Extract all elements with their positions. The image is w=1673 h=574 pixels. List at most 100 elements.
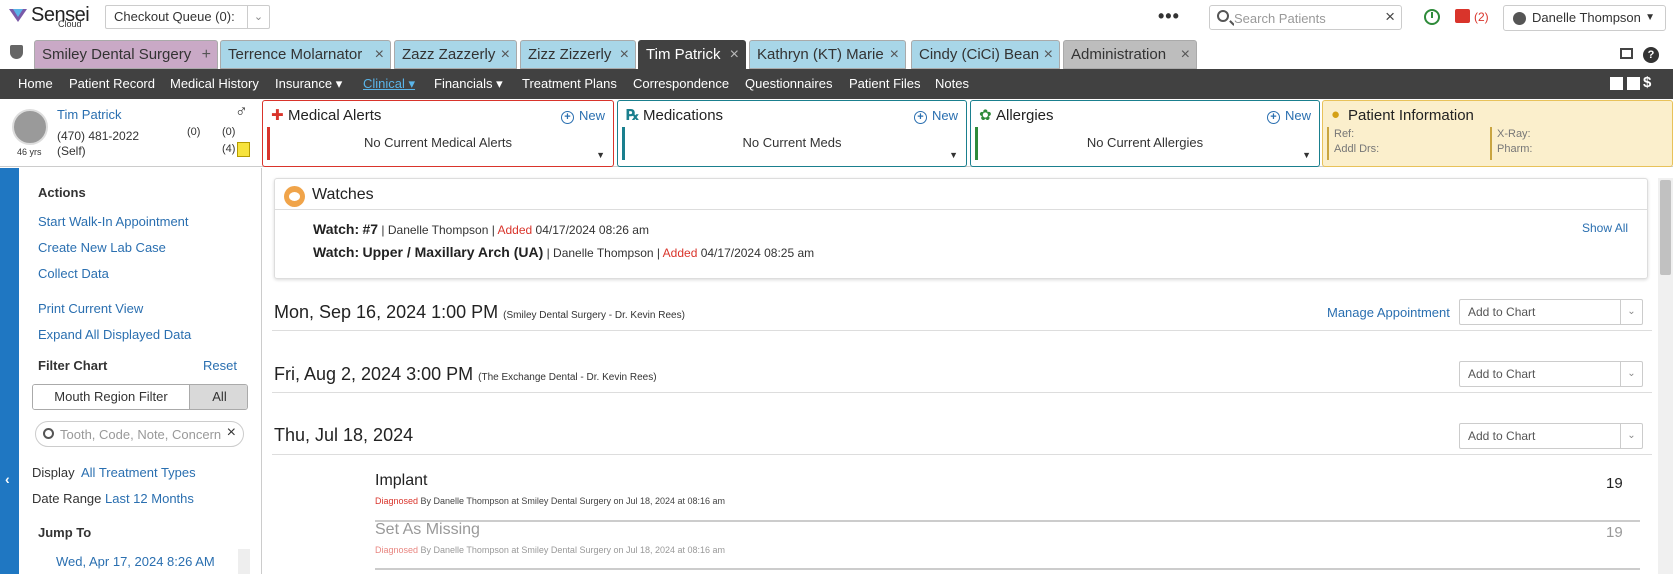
- notes-count[interactable]: (4): [222, 143, 235, 155]
- appointment-heading[interactable]: Fri, Aug 2, 2024 3:00 PM (The Exchange D…: [274, 364, 657, 385]
- nav-correspondence[interactable]: Correspondence: [633, 76, 729, 91]
- tab-administration[interactable]: Administration ×: [1063, 40, 1197, 69]
- nav-patient-record[interactable]: Patient Record: [69, 76, 155, 91]
- medical-alerts-text: No Current Medical Alerts: [363, 135, 513, 150]
- tab-zizz-zizzerly[interactable]: Zizz Zizzerly ×: [520, 40, 636, 69]
- note-icon[interactable]: [237, 142, 250, 157]
- watch-row[interactable]: Watch: Upper / Maxillary Arch (UA) | Dan…: [313, 244, 814, 260]
- tab-kathryn-marie[interactable]: Kathryn (KT) Marie ×: [749, 40, 906, 69]
- close-tab-icon[interactable]: ×: [375, 41, 384, 69]
- search-patients-input[interactable]: [1234, 9, 1379, 27]
- scrollbar-thumb[interactable]: [1660, 180, 1671, 275]
- add-to-chart-select[interactable]: Add to Chart ⌄: [1459, 361, 1643, 387]
- nav-notes[interactable]: Notes: [935, 76, 969, 91]
- start-walk-in-link[interactable]: Start Walk-In Appointment: [38, 214, 189, 229]
- avatar[interactable]: [12, 109, 48, 145]
- new-medication-button[interactable]: + New: [913, 108, 958, 124]
- reset-filter-link[interactable]: Reset: [203, 358, 237, 373]
- clear-search-icon[interactable]: ×: [1385, 7, 1395, 27]
- more-options-icon[interactable]: •••: [1158, 6, 1180, 27]
- manage-appointment-link[interactable]: Manage Appointment: [1327, 305, 1450, 320]
- allergy-leaf-icon: ✿: [979, 107, 992, 124]
- all-button[interactable]: All: [189, 385, 247, 409]
- show-all-link[interactable]: Show All: [1582, 221, 1628, 235]
- new-allergy-button[interactable]: + New: [1266, 108, 1311, 124]
- nav-medical-history[interactable]: Medical History: [170, 76, 259, 91]
- logo-icon: [9, 9, 27, 22]
- logo-subtext: Cloud: [58, 19, 82, 29]
- tab-tim-patrick[interactable]: Tim Patrick ×: [638, 40, 746, 69]
- clock-icon[interactable]: [1424, 9, 1440, 25]
- tab-smiley-dental-surgery[interactable]: Smiley Dental Surgery +: [34, 40, 218, 69]
- add-to-chart-label: Add to Chart: [1468, 429, 1536, 443]
- close-tab-icon[interactable]: ×: [890, 41, 899, 69]
- nav-insurance[interactable]: Insurance ▾: [275, 76, 342, 92]
- patient-header: 46 yrs Tim Patrick (470) 481-2022 (Self)…: [0, 99, 1673, 167]
- caret-down-icon: ▼: [1645, 12, 1655, 23]
- caret-down-icon[interactable]: ▼: [596, 150, 605, 160]
- checkout-queue-select[interactable]: Checkout Queue (0): ⌄: [105, 5, 270, 29]
- medications-title: Medications: [643, 107, 724, 124]
- nav-questionnaires[interactable]: Questionnaires: [745, 76, 832, 91]
- dollar-icon[interactable]: $: [1643, 74, 1651, 91]
- procedure-name[interactable]: Implant: [375, 472, 427, 490]
- clear-filter-icon[interactable]: ×: [227, 424, 236, 442]
- lab-count[interactable]: (0): [187, 126, 200, 138]
- mouth-region-filter-button[interactable]: Mouth Region Filter: [33, 385, 189, 409]
- nav-financials[interactable]: Financials ▾: [434, 76, 503, 92]
- procedure-name[interactable]: Set As Missing: [375, 521, 480, 539]
- new-alert-button[interactable]: + New: [560, 108, 605, 124]
- chart-filter-input[interactable]: [60, 426, 225, 443]
- calendar-icon[interactable]: [1627, 77, 1640, 90]
- inbox-icon[interactable]: [1455, 9, 1470, 23]
- date-range-link[interactable]: Last 12 Months: [105, 491, 194, 506]
- user-name: Danelle Thompson: [1532, 10, 1641, 25]
- addl-drs-label: Addl Drs:: [1334, 143, 1380, 155]
- chevron-left-icon[interactable]: ‹: [5, 471, 10, 487]
- appointment-heading[interactable]: Mon, Sep 16, 2024 1:00 PM (Smiley Dental…: [274, 302, 685, 323]
- watch-row[interactable]: Watch: #7 | Danelle Thompson | Added 04/…: [313, 221, 649, 237]
- add-tab-icon[interactable]: +: [202, 41, 211, 69]
- collect-data-link[interactable]: Collect Data: [38, 266, 109, 281]
- patient-card-icon[interactable]: [1610, 77, 1623, 90]
- close-tab-icon[interactable]: ×: [501, 41, 510, 69]
- appointment-date: Mon, Sep 16, 2024 1:00 PM: [274, 302, 499, 322]
- sidebar-collapse-strip[interactable]: [0, 168, 19, 574]
- close-tab-icon[interactable]: ×: [1181, 41, 1190, 69]
- jump-to-scrollbar[interactable]: [238, 549, 250, 574]
- medical-count[interactable]: (0): [222, 126, 235, 138]
- window-icon[interactable]: [1620, 48, 1633, 59]
- caret-down-icon[interactable]: ▼: [1302, 150, 1311, 160]
- procedure-by: By Danelle Thompson at Smiley Dental Sur…: [418, 496, 726, 506]
- appointment-heading[interactable]: Thu, Jul 18, 2024: [274, 425, 413, 446]
- close-tab-icon[interactable]: ×: [730, 41, 739, 69]
- nav-clinical[interactable]: Clinical ▾: [363, 76, 415, 92]
- tab-label: Cindy (CiCi) Bean: [919, 46, 1040, 63]
- nav-patient-files[interactable]: Patient Files: [849, 76, 921, 91]
- display-label: Display: [32, 465, 75, 480]
- help-icon[interactable]: ?: [1643, 47, 1659, 63]
- chevron-down-icon: ⌄: [247, 6, 269, 28]
- inbox-count[interactable]: (2): [1474, 10, 1489, 24]
- create-lab-case-link[interactable]: Create New Lab Case: [38, 240, 166, 255]
- display-value-link[interactable]: All Treatment Types: [81, 465, 196, 480]
- expand-data-link[interactable]: Expand All Displayed Data: [38, 327, 191, 342]
- close-tab-icon[interactable]: ×: [1044, 41, 1053, 69]
- nav-treatment-plans[interactable]: Treatment Plans: [522, 76, 617, 91]
- user-menu[interactable]: Danelle Thompson ▼: [1503, 5, 1666, 31]
- add-to-chart-select[interactable]: Add to Chart ⌄: [1459, 299, 1643, 325]
- tab-terrence-molarnator[interactable]: Terrence Molarnator ×: [220, 40, 391, 69]
- tab-cindy-bean[interactable]: Cindy (CiCi) Bean ×: [911, 40, 1060, 69]
- jump-to-item[interactable]: Wed, Apr 17, 2024 8:26 AM: [56, 554, 215, 569]
- add-to-chart-select[interactable]: Add to Chart ⌄: [1459, 423, 1643, 449]
- patient-relation: (Self): [57, 144, 86, 158]
- tab-zazz-zazzerly[interactable]: Zazz Zazzerly ×: [394, 40, 517, 69]
- close-tab-icon[interactable]: ×: [620, 41, 629, 69]
- print-view-link[interactable]: Print Current View: [38, 301, 143, 316]
- nav-home[interactable]: Home: [18, 76, 53, 91]
- caret-down-icon[interactable]: ▼: [949, 150, 958, 160]
- plus-circle-icon: +: [560, 111, 574, 124]
- patient-name[interactable]: Tim Patrick: [57, 107, 122, 122]
- appointment-location: (Smiley Dental Surgery - Dr. Kevin Rees): [503, 310, 685, 321]
- shield-icon[interactable]: [10, 45, 23, 59]
